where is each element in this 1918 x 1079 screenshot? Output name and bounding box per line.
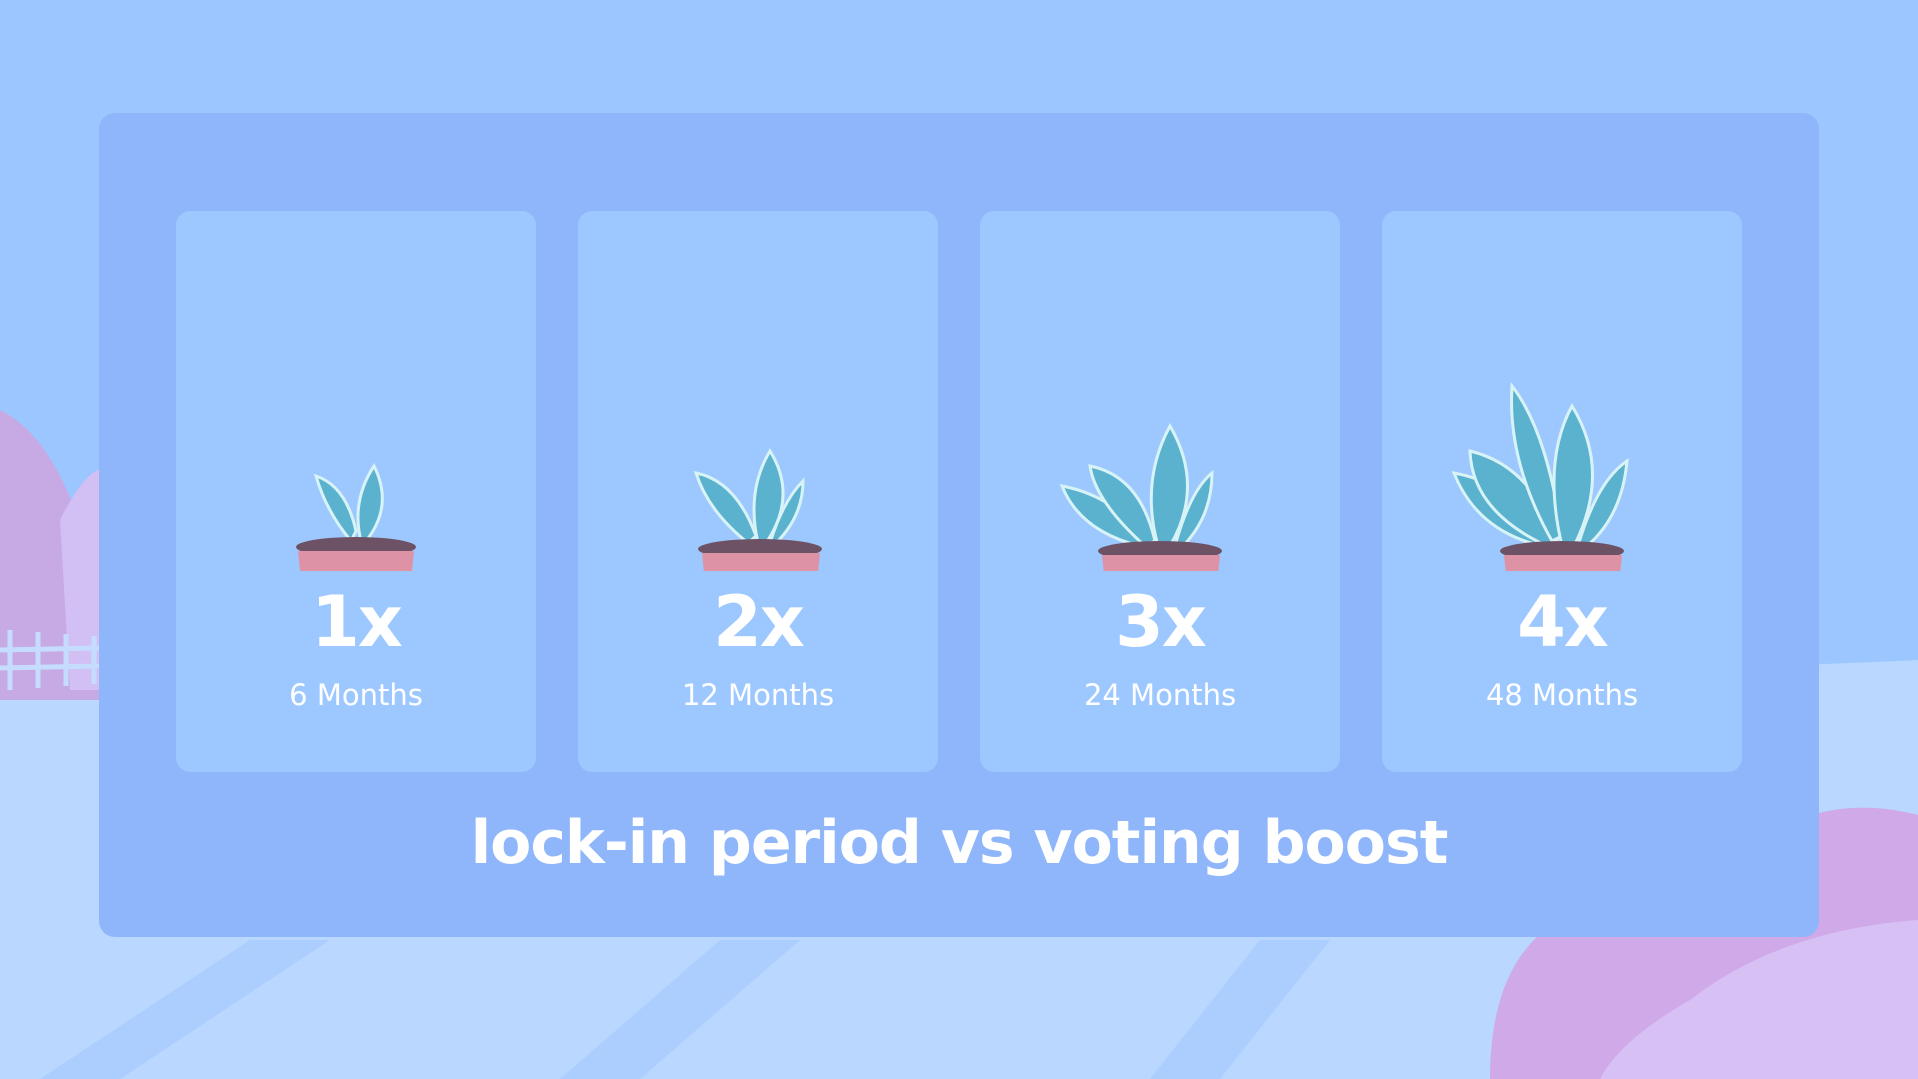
small-plant-icon bbox=[296, 462, 416, 571]
leaves-icon bbox=[1059, 422, 1214, 548]
medium-plant-icon bbox=[693, 448, 822, 571]
leaves-icon bbox=[693, 448, 805, 545]
boost-multiplier: 1x bbox=[311, 581, 403, 663]
boost-card-4: 4x 48 Months bbox=[1382, 211, 1742, 772]
boost-card-1: 1x 6 Months bbox=[176, 211, 536, 772]
boost-multiplier: 2x bbox=[713, 581, 805, 663]
boost-panel: 1x 6 Months 2x 12 Months 3x 24 Months 4x… bbox=[99, 113, 1819, 937]
extra-large-plant-icon bbox=[1451, 381, 1629, 571]
boost-card-3: 3x 24 Months bbox=[980, 211, 1340, 772]
boost-card-2: 2x 12 Months bbox=[578, 211, 938, 772]
lock-period: 48 Months bbox=[1485, 678, 1639, 712]
slide: 1x 6 Months 2x 12 Months 3x 24 Months 4x… bbox=[0, 0, 1918, 1079]
lock-period: 12 Months bbox=[681, 678, 835, 712]
boost-multiplier: 4x bbox=[1517, 581, 1609, 663]
boost-multiplier: 3x bbox=[1115, 581, 1207, 663]
large-plant-icon bbox=[1059, 422, 1222, 571]
panel-caption: lock-in period vs voting boost bbox=[470, 808, 1449, 878]
leaves-icon bbox=[313, 462, 384, 544]
leaves-icon bbox=[1451, 381, 1629, 548]
lock-period: 6 Months bbox=[289, 678, 423, 712]
lock-period: 24 Months bbox=[1083, 678, 1237, 712]
